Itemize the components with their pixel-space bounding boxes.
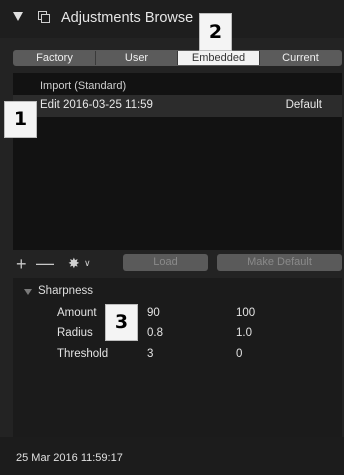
param-name: Radius [57, 327, 93, 339]
tab-factory[interactable]: Factory [14, 51, 96, 65]
status-bar: 25 Mar 2016 11:59:17 [0, 437, 344, 475]
tab-user[interactable]: User [96, 51, 178, 65]
callout-badge-1: 1 [4, 101, 37, 138]
list-item[interactable]: Edit 2016-03-25 11:59 Default [13, 95, 342, 117]
list-group-header: Import (Standard) [40, 80, 127, 92]
disclosure-triangle-icon[interactable] [24, 289, 32, 295]
param-row: Radius 0.8 1.0 [13, 327, 342, 343]
param-name: Threshold [57, 348, 109, 360]
param-row: Threshold 3 0 [13, 348, 342, 364]
param-value: 90 [147, 307, 160, 319]
make-default-button[interactable]: Make Default [217, 254, 342, 271]
browser-window-icon [38, 11, 50, 23]
tab-current[interactable]: Current [260, 51, 341, 65]
list-toolbar: + — ✸ ∨ Load Make Default [0, 251, 344, 277]
tab-embedded[interactable]: Embedded [178, 51, 260, 65]
param-default: 0 [236, 348, 243, 360]
panel-header: Adjustments Browse [0, 0, 344, 38]
gear-icon[interactable]: ✸ [68, 255, 80, 272]
list-item-name: Edit 2016-03-25 11:59 [40, 99, 153, 111]
param-default: 100 [236, 307, 256, 319]
adjustments-list[interactable]: Import (Standard) Edit 2016-03-25 11:59 … [13, 73, 342, 250]
param-value: 3 [147, 348, 154, 360]
preset-source-tabs: Factory User Embedded Current [13, 50, 342, 66]
callout-badge-3: 3 [105, 304, 138, 341]
callout-badge-2: 2 [199, 13, 232, 51]
adjustment-details: Sharpness Amount 90 100 Radius 0.8 1.0 T… [13, 278, 342, 437]
param-row: Amount 90 100 [13, 307, 342, 323]
list-item-default-tag: Default [285, 99, 322, 111]
plus-icon[interactable]: + [16, 254, 27, 275]
panel-title: Adjustments Browse [61, 10, 194, 26]
load-button[interactable]: Load [123, 254, 208, 271]
param-name: Amount [57, 307, 97, 319]
section-title: Sharpness [38, 285, 93, 297]
param-value: 0.8 [147, 327, 163, 339]
timestamp: 25 Mar 2016 11:59:17 [16, 452, 123, 464]
disclosure-triangle-icon[interactable] [13, 12, 23, 21]
param-default: 1.0 [236, 327, 252, 339]
minus-icon[interactable]: — [36, 253, 54, 274]
chevron-down-icon[interactable]: ∨ [84, 258, 91, 269]
